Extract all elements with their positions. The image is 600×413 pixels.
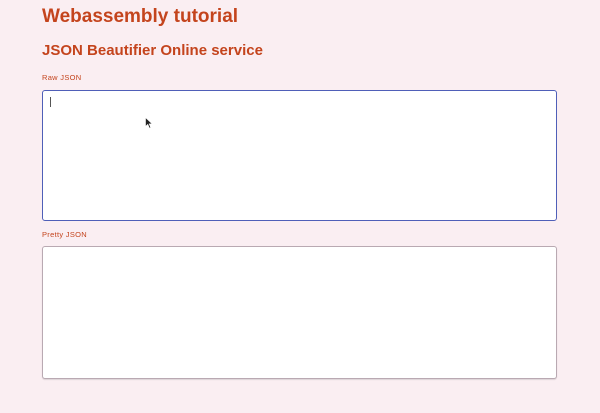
pretty-json-label: Pretty JSON xyxy=(42,230,87,239)
raw-json-label: Raw JSON xyxy=(42,73,82,82)
mouse-pointer-icon xyxy=(145,117,153,129)
raw-json-input[interactable] xyxy=(42,90,557,221)
pretty-json-output[interactable] xyxy=(42,246,557,379)
text-caret xyxy=(50,97,51,107)
page-subtitle: JSON Beautifier Online service xyxy=(42,42,263,59)
page-title: Webassembly tutorial xyxy=(42,6,239,27)
